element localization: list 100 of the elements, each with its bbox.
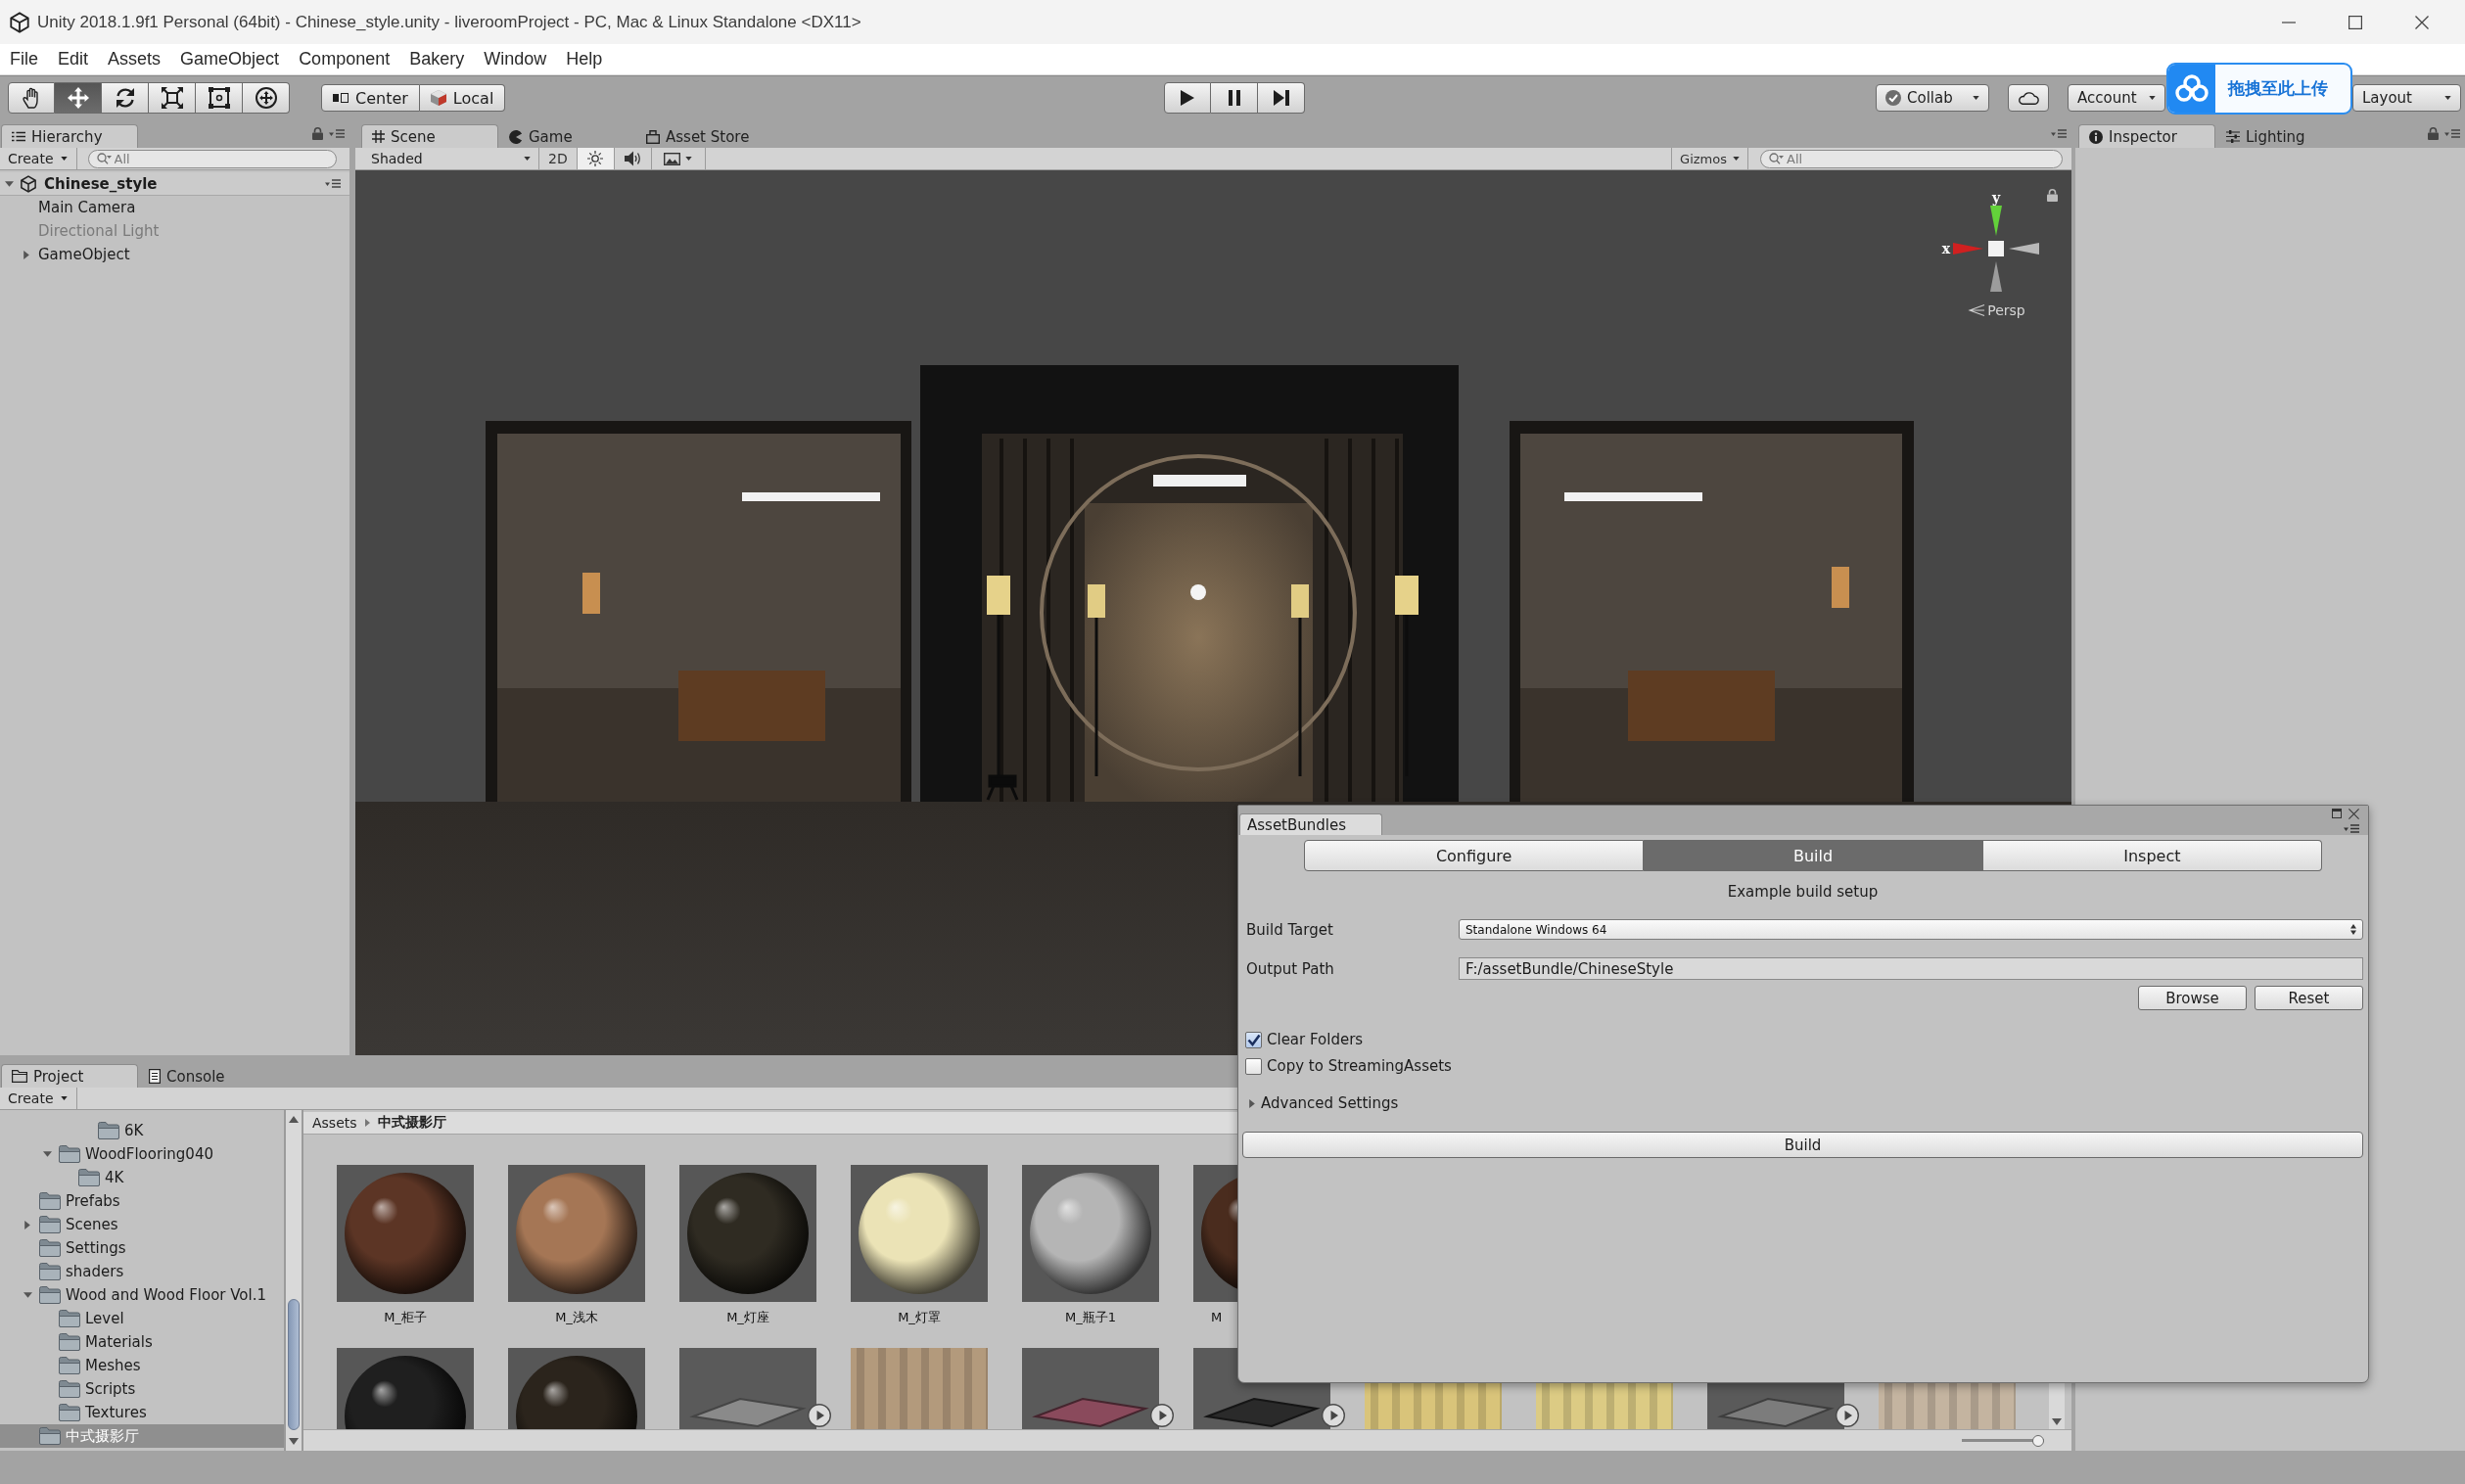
material-preview[interactable] xyxy=(508,1165,645,1302)
search-box[interactable]: All xyxy=(87,149,337,168)
create-dropdown[interactable]: Create xyxy=(0,1088,77,1109)
projection-label[interactable]: Persp xyxy=(1987,302,2025,318)
folder-name[interactable]: shaders xyxy=(66,1263,124,1280)
breadcrumb-link[interactable]: Assets xyxy=(312,1115,357,1131)
lock-icon[interactable] xyxy=(2047,189,2058,202)
account-dropdown[interactable]: Account xyxy=(2068,84,2165,112)
hand-tool-button[interactable] xyxy=(8,82,55,114)
asset-name[interactable]: M_灯罩 xyxy=(898,1309,941,1326)
rect-tool-button[interactable] xyxy=(196,82,243,114)
scene-name[interactable]: Chinese_style xyxy=(44,174,158,193)
caret-right-icon[interactable] xyxy=(1249,1098,1255,1108)
play-circle-icon[interactable] xyxy=(1836,1404,1859,1427)
close-icon[interactable] xyxy=(2349,808,2359,819)
caret-down-icon[interactable] xyxy=(42,1151,52,1157)
build-button[interactable]: Build xyxy=(1242,1132,2363,1158)
menu-item[interactable]: Edit xyxy=(48,44,99,74)
panel-tab[interactable]: Asset Store xyxy=(635,124,772,148)
scale-tool-button[interactable] xyxy=(149,82,196,114)
layout-dropdown[interactable]: Layout xyxy=(2352,84,2461,112)
build-target-dropdown[interactable]: Standalone Windows 64 xyxy=(1459,919,2363,940)
scroll-down-icon[interactable] xyxy=(2052,1418,2062,1425)
foldout-label[interactable]: Advanced Settings xyxy=(1261,1094,1399,1112)
scroll-down-icon[interactable] xyxy=(289,1438,299,1445)
asset-name[interactable]: M xyxy=(1210,1309,1223,1326)
folder-name[interactable]: Scenes xyxy=(66,1216,118,1233)
panel-menu-icon[interactable] xyxy=(329,129,345,138)
folder-name[interactable]: Wood and Wood Floor Vol.1 xyxy=(66,1286,267,1304)
menu-item[interactable]: GameObject xyxy=(170,44,290,74)
panel-menu-icon[interactable] xyxy=(2444,129,2460,138)
move-tool-button[interactable] xyxy=(55,82,102,114)
pivot-position-button[interactable]: Center xyxy=(321,84,420,112)
scroll-up-icon[interactable] xyxy=(289,1116,299,1123)
create-dropdown[interactable]: Create xyxy=(0,148,77,169)
lighting-toggle[interactable] xyxy=(577,148,615,169)
hierarchy-item[interactable]: Main Camera xyxy=(38,199,136,216)
lock-icon[interactable] xyxy=(312,127,323,140)
gizmos-dropdown[interactable]: Gizmos xyxy=(1671,148,1748,169)
search-box[interactable]: All xyxy=(1760,149,2063,168)
browse-button[interactable]: Browse xyxy=(2138,986,2247,1010)
panel-tab[interactable]: Project xyxy=(1,1064,138,1088)
folder-name[interactable]: 4K xyxy=(105,1169,124,1186)
transform-tool-button[interactable] xyxy=(243,82,290,114)
folder-name[interactable]: Scripts xyxy=(85,1380,136,1398)
checkbox-label[interactable]: Copy to StreamingAssets xyxy=(1267,1057,1452,1075)
caret-down-icon[interactable] xyxy=(4,180,14,187)
asset-name[interactable]: M_瓶子1 xyxy=(1065,1309,1116,1326)
menu-item[interactable]: Window xyxy=(474,44,557,74)
folder-name[interactable]: Materials xyxy=(85,1333,153,1351)
breadcrumb-link[interactable]: 中式摄影厅 xyxy=(377,1114,446,1132)
menu-item[interactable]: Component xyxy=(289,44,400,74)
cloud-button[interactable] xyxy=(2008,84,2049,112)
reset-button[interactable]: Reset xyxy=(2255,986,2363,1010)
checkbox[interactable] xyxy=(1245,1031,1262,1048)
mode-tab[interactable]: Build xyxy=(1644,840,1983,871)
asset-name[interactable]: M_柜子 xyxy=(384,1309,427,1326)
folder-name[interactable]: Settings xyxy=(66,1239,126,1257)
menu-item[interactable]: Help xyxy=(556,44,613,74)
shading-dropdown[interactable]: Shaded xyxy=(365,148,539,169)
output-path-field[interactable]: F:/assetBundle/ChineseStyle xyxy=(1459,957,2363,980)
caret-down-icon[interactable] xyxy=(23,1292,32,1298)
play-circle-icon[interactable] xyxy=(1150,1404,1174,1427)
caret-right-icon[interactable] xyxy=(23,250,29,259)
checkbox-label[interactable]: Clear Folders xyxy=(1267,1031,1364,1048)
scrollbar[interactable] xyxy=(286,1110,302,1451)
hierarchy-item[interactable]: GameObject xyxy=(38,246,130,263)
panel-menu-icon[interactable] xyxy=(325,179,341,188)
mode-2d-toggle[interactable]: 2D xyxy=(539,148,578,169)
play-circle-icon[interactable] xyxy=(808,1404,831,1427)
search-field[interactable]: All xyxy=(1787,151,2054,166)
panel-tab[interactable]: Console xyxy=(138,1064,275,1088)
material-preview[interactable] xyxy=(851,1165,988,1302)
menu-item[interactable]: Bakery xyxy=(399,44,475,74)
slider-thumb[interactable] xyxy=(2032,1434,2045,1447)
caret-right-icon[interactable] xyxy=(24,1220,30,1229)
panel-menu-icon[interactable] xyxy=(2051,129,2067,138)
folder-name[interactable]: Textures xyxy=(85,1404,147,1421)
folder-name[interactable]: 6K xyxy=(124,1122,144,1139)
material-preview[interactable] xyxy=(1022,1165,1159,1302)
play-circle-icon[interactable] xyxy=(1322,1404,1345,1427)
lock-icon[interactable] xyxy=(2428,127,2439,140)
play-button[interactable] xyxy=(1164,82,1211,114)
scene-header-row[interactable]: Chinese_style xyxy=(0,172,349,196)
folder-name[interactable]: Meshes xyxy=(85,1357,141,1374)
pivot-rotation-button[interactable]: Local xyxy=(419,84,506,112)
menu-item[interactable]: File xyxy=(0,44,48,74)
window-tab[interactable]: AssetBundles xyxy=(1239,813,1382,835)
folder-name[interactable]: WoodFlooring040 xyxy=(85,1145,213,1163)
panel-tab[interactable]: Inspector xyxy=(2078,124,2215,148)
axis-gizmo-icon[interactable] xyxy=(1952,205,2040,293)
checkbox[interactable] xyxy=(1245,1057,1262,1075)
restore-icon[interactable] xyxy=(2332,809,2342,818)
step-button[interactable] xyxy=(1258,82,1305,114)
search-field[interactable]: All xyxy=(114,151,328,166)
panel-tab[interactable]: Hierarchy xyxy=(1,124,138,148)
panel-tab[interactable]: Scene xyxy=(361,124,498,148)
asset-name[interactable]: M_灯座 xyxy=(726,1309,769,1326)
panel-tab[interactable]: Lighting xyxy=(2215,124,2352,148)
asset-name[interactable]: M_浅木 xyxy=(555,1309,598,1326)
